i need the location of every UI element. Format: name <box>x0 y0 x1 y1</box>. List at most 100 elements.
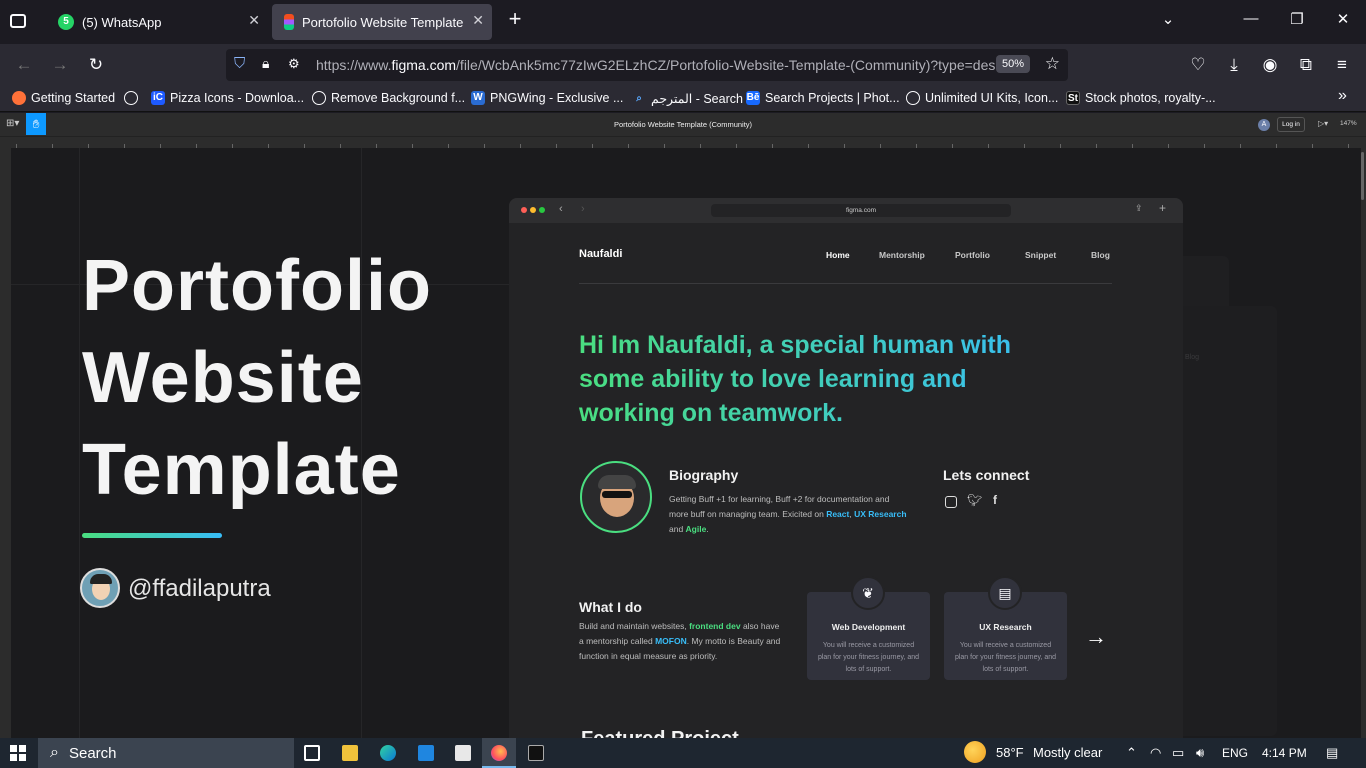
present-icon[interactable]: ▷▾ <box>1318 119 1328 128</box>
shield-icon[interactable]: ⛉ <box>234 55 245 72</box>
globe-icon <box>906 91 920 105</box>
twitter-icon: 🐦︎ <box>967 493 983 507</box>
taskbar-search[interactable]: ⌕ Search <box>38 738 294 768</box>
whatsapp-icon: 5 <box>58 14 74 30</box>
extensions-icon[interactable]: ⧉ <box>1294 54 1318 78</box>
close-window-button[interactable]: ✕ <box>1328 10 1358 28</box>
bookmark-item[interactable]: Bē Search Projects | Phot... <box>746 91 900 105</box>
bookmark-item[interactable]: Getting Started <box>12 91 115 105</box>
arrow-right-icon: → <box>1085 624 1107 649</box>
bookmark-label: Stock photos, royalty-... <box>1085 91 1216 105</box>
notifications-icon[interactable]: ▤ <box>1326 745 1338 761</box>
search-icon: ⌕ <box>50 744 59 761</box>
bookmark-label: Remove Background f... <box>331 91 466 105</box>
bookmark-item[interactable]: W PNGWing - Exclusive ... <box>471 91 623 105</box>
vertical-scrollbar[interactable] <box>1361 148 1366 738</box>
zoom-level[interactable]: 147% <box>1340 120 1357 127</box>
login-button[interactable]: Log in <box>1277 117 1305 132</box>
new-tab-button[interactable]: + <box>500 6 530 32</box>
divider <box>579 283 1112 284</box>
plus-icon: + <box>1159 201 1167 215</box>
globe-icon <box>124 91 138 105</box>
tab-figma[interactable]: Portofolio Website Template (C ✕ <box>272 4 492 40</box>
language-indicator[interactable]: ENG <box>1222 746 1248 760</box>
chevron-up-icon[interactable]: ⌃ <box>1126 745 1137 761</box>
bookmark-item[interactable]: iC Pizza Icons - Downloa... <box>151 91 304 105</box>
restore-button[interactable]: ❐ <box>1282 10 1312 28</box>
url-text[interactable]: https://www.figma.com/file/WcbAnk5mc77zI… <box>316 57 996 73</box>
menu-icon[interactable]: ≡ <box>1330 54 1354 78</box>
close-tab-icon[interactable]: ✕ <box>248 12 260 29</box>
file-explorer-icon[interactable] <box>342 745 358 761</box>
bookmark-item[interactable]: ⌕ المترجم - Search <box>632 91 743 106</box>
url-prefix: https://www. <box>316 57 392 73</box>
mock-nav-blog: Blog <box>1091 250 1110 260</box>
card-title: Web Development <box>831 622 906 632</box>
mock-address-bar: figma.com <box>711 204 1011 217</box>
bio-text: Getting Buff +1 for learning, Buff +2 fo… <box>669 492 909 537</box>
share-icon: ⇪ <box>1135 203 1143 213</box>
terminal-icon[interactable] <box>528 745 544 761</box>
account-icon[interactable]: ◉ <box>1258 54 1282 78</box>
forward-button[interactable]: → <box>48 54 72 78</box>
mock-browser-bar: ‹ › figma.com ⇪ + <box>509 198 1183 223</box>
clock[interactable]: 4:14 PM <box>1262 746 1307 760</box>
reload-button[interactable]: ↻ <box>84 54 108 78</box>
navigation-bar: ← → ↻ ⛉ 🔒︎ ⚙ https://www.figma.com/file/… <box>0 44 1366 86</box>
mail-icon[interactable] <box>418 745 434 761</box>
back-button[interactable]: ← <box>12 54 36 78</box>
close-tab-icon[interactable]: ✕ <box>472 12 484 29</box>
tab-title: (5) WhatsApp <box>82 14 162 30</box>
windows-start-icon[interactable] <box>10 745 26 761</box>
bookmark-item[interactable]: St Stock photos, royalty-... <box>1066 91 1216 105</box>
bookmark-star-icon[interactable]: ☆ <box>1045 54 1060 74</box>
tab-bar: 5 (5) WhatsApp ✕ Portofolio Website Temp… <box>0 0 1366 44</box>
user-avatar[interactable]: A <box>1258 119 1270 131</box>
weather-icon[interactable] <box>964 741 986 763</box>
downloads-icon[interactable]: ⤓ <box>1222 54 1246 78</box>
permissions-icon[interactable]: ⚙ <box>288 56 300 72</box>
firefox-taskbar-icon[interactable] <box>482 738 516 768</box>
website-mockup-frame[interactable]: ‹ › figma.com ⇪ + Naufaldi Home Mentorsh… <box>509 198 1183 738</box>
bio-link: React <box>826 509 850 519</box>
search-label: Search <box>68 744 117 762</box>
bookmark-label: Search Projects | Phot... <box>765 91 900 105</box>
hand-tool-icon[interactable]: ✋︎ <box>26 113 46 135</box>
yellow-dot <box>530 207 536 213</box>
green-dot <box>539 207 545 213</box>
author-handle: @ffadilaputra <box>128 575 271 602</box>
wifi-icon[interactable]: ◠ <box>1150 745 1161 761</box>
weather-temp[interactable]: 58°F <box>996 745 1024 760</box>
volume-icon[interactable]: 🔊︎ <box>1196 745 1204 761</box>
mock-brand: Naufaldi <box>579 248 623 260</box>
tab-overview-icon[interactable] <box>10 14 26 28</box>
task-view-icon[interactable] <box>304 745 320 761</box>
facebook-icon: f <box>993 493 997 507</box>
grid-line <box>79 148 80 738</box>
bookmark-item[interactable]: Remove Background f... <box>312 91 465 105</box>
more-bookmarks-icon[interactable]: » <box>1338 87 1347 105</box>
tab-whatsapp[interactable]: 5 (5) WhatsApp ✕ <box>46 4 268 40</box>
battery-icon[interactable]: ▭ <box>1172 745 1184 761</box>
figma-menu-icon[interactable]: ⊞▾ <box>6 118 19 129</box>
whatido-link: MOFON <box>655 636 687 646</box>
chevron-left-icon: ‹ <box>559 203 563 215</box>
url-bar[interactable]: ⛉ 🔒︎ ⚙ https://www.figma.com/file/WcbAnk… <box>226 49 1068 81</box>
pocket-icon[interactable]: ♡ <box>1186 54 1210 78</box>
edge-icon[interactable] <box>380 745 396 761</box>
instagram-icon <box>945 496 957 508</box>
bookmark-item[interactable] <box>124 91 143 105</box>
file-title[interactable]: Portofolio Website Template (Community) <box>0 120 1366 129</box>
pngwing-icon: W <box>471 91 485 105</box>
red-dot <box>521 207 527 213</box>
minimize-button[interactable]: — <box>1236 10 1266 27</box>
chevron-down-icon[interactable]: ⌄ <box>1153 10 1183 28</box>
store-icon[interactable] <box>455 745 471 761</box>
bookmark-item[interactable]: Unlimited UI Kits, Icon... <box>906 91 1058 105</box>
ghost-blog-label: Blog <box>1185 354 1200 361</box>
bookmark-label: Pizza Icons - Downloa... <box>170 91 305 105</box>
lock-icon[interactable]: 🔒︎ <box>262 55 269 72</box>
zoom-badge[interactable]: 50% <box>995 55 1030 73</box>
card-title: UX Research <box>979 622 1032 632</box>
weather-desc[interactable]: Mostly clear <box>1033 745 1102 760</box>
